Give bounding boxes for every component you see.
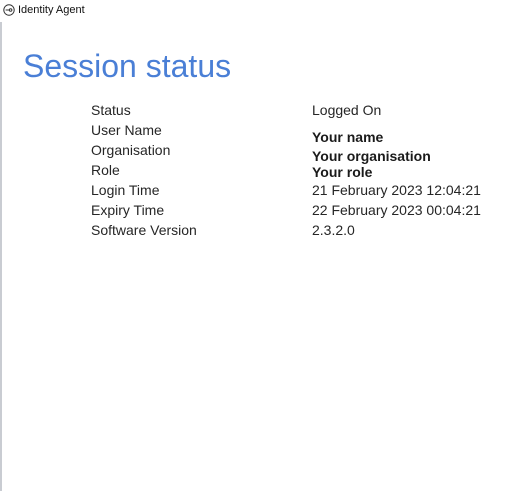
expiry-time-row: Expiry Time 22 February 2023 00:04:21	[91, 201, 511, 221]
window-left-border	[0, 22, 2, 491]
login-time-value: 21 February 2023 12:04:21	[312, 182, 481, 198]
software-version-value: 2.3.2.0	[312, 222, 355, 238]
login-time-label: Login Time	[91, 182, 160, 198]
software-version-label: Software Version	[91, 222, 197, 238]
status-value: Logged On	[312, 102, 382, 118]
identity-agent-window: Identity Agent Session status Status Log…	[0, 0, 512, 491]
role-label: Role	[91, 162, 120, 178]
window-title: Identity Agent	[18, 4, 85, 16]
software-version-row: Software Version 2.3.2.0	[91, 221, 511, 241]
role-value: Your role	[312, 164, 373, 180]
user-name-row: User Name Your name	[91, 121, 511, 145]
title-bar: Identity Agent	[0, 0, 512, 24]
page-title: Session status	[23, 48, 232, 84]
user-name-label: User Name	[91, 122, 162, 138]
organisation-label: Organisation	[91, 142, 171, 158]
login-time-row: Login Time 21 February 2023 12:04:21	[91, 181, 511, 201]
status-label: Status	[91, 102, 131, 118]
key-icon	[3, 4, 15, 16]
session-info-table: Status Logged On User Name Your name Org…	[91, 101, 511, 241]
organisation-row: Organisation Your organisation	[91, 141, 511, 164]
expiry-time-label: Expiry Time	[91, 202, 165, 218]
status-row: Status Logged On	[91, 101, 511, 121]
expiry-time-value: 22 February 2023 00:04:21	[312, 202, 481, 218]
role-row: Role Your role	[91, 161, 511, 181]
